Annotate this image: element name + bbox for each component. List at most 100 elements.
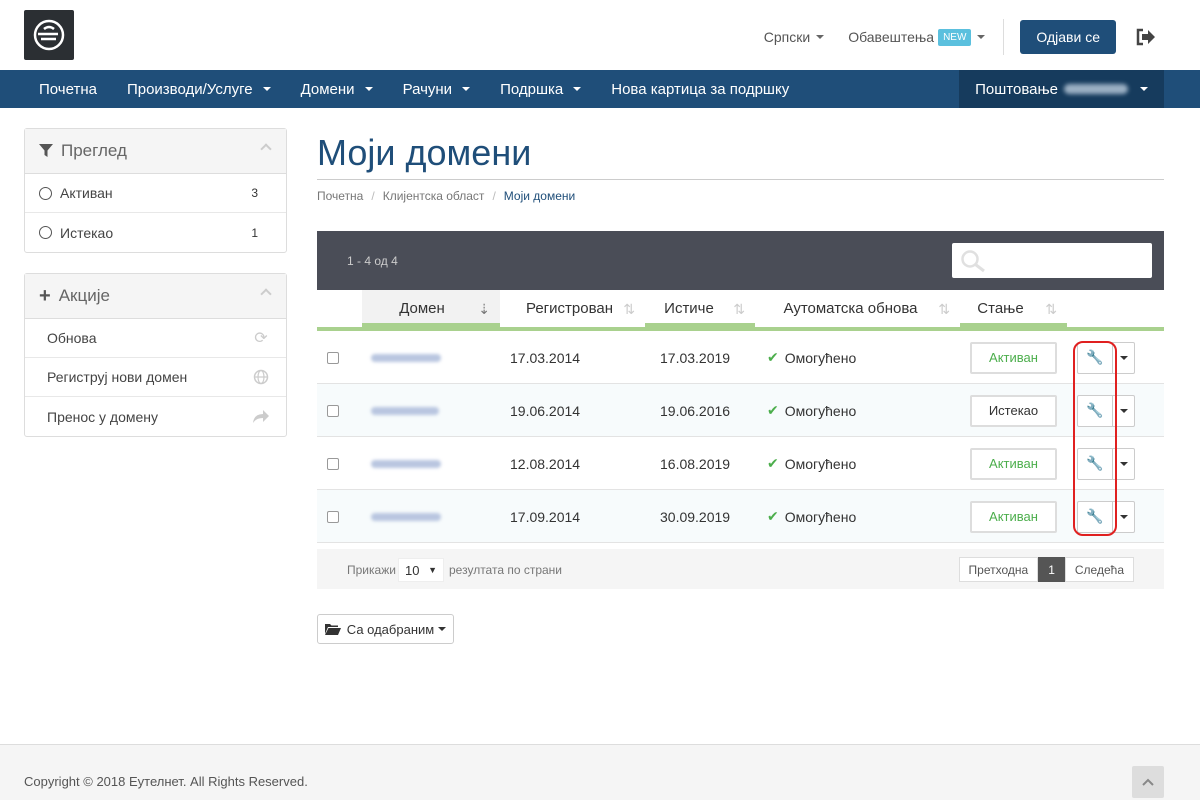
breadcrumb-client-area[interactable]: Клијентска област <box>383 189 485 203</box>
back-to-top-button[interactable] <box>1132 766 1164 798</box>
divider <box>1003 19 1005 55</box>
table-row: 17.09.2014 30.09.2019 ✔ Омогућено Активан… <box>317 490 1164 543</box>
domain-name-blurred[interactable] <box>371 353 441 362</box>
domain-name-blurred[interactable] <box>371 459 441 468</box>
main-navbar: Почетна Производи/Услуге Домени Рачуни П… <box>0 70 1200 108</box>
chevron-up-icon[interactable] <box>260 143 272 155</box>
actions-panel-header[interactable]: + Акције <box>25 274 286 319</box>
row-checkbox[interactable] <box>327 404 339 417</box>
filter-expired[interactable]: Истекао 1 <box>25 213 286 252</box>
action-transfer-domain[interactable]: Пренос у домену <box>25 397 286 436</box>
status-badge[interactable]: Истекао <box>970 394 1057 427</box>
folder-open-icon <box>324 624 341 635</box>
table-row: 12.08.2014 16.08.2019 ✔ Омогућено Активан… <box>317 437 1164 490</box>
status-badge[interactable]: Активан <box>970 341 1057 374</box>
logout-button[interactable]: Одјави се <box>1020 20 1116 54</box>
row-checkbox[interactable] <box>327 457 339 470</box>
column-registered[interactable]: Регистрован ⇅ <box>500 290 645 327</box>
nav-support[interactable]: Подршка <box>485 70 596 108</box>
column-label: Истиче <box>664 300 714 317</box>
column-status[interactable]: Стање ⇅ <box>960 290 1067 327</box>
refresh-icon: ⟳ <box>254 330 268 347</box>
chevron-down-icon <box>573 87 582 91</box>
pagination-current[interactable]: 1 <box>1038 557 1065 582</box>
table-row: 19.06.2014 19.06.2016 ✔ Омогућено Истекао… <box>317 384 1164 437</box>
filter-label: Истекао <box>60 224 114 241</box>
action-register-domain[interactable]: Региструј нови домен <box>25 358 286 397</box>
radio-icon <box>39 226 52 239</box>
title-divider <box>317 179 1164 180</box>
notifications-dropdown[interactable]: Обавештења NEW <box>848 28 986 46</box>
manage-buttons-highlight <box>1073 341 1117 536</box>
with-selected-button[interactable]: Са одабраним <box>317 614 454 644</box>
sign-out-icon[interactable] <box>1132 23 1160 51</box>
column-underline <box>960 323 1067 327</box>
nav-invoices[interactable]: Рачуни <box>388 70 486 108</box>
domains-table-body: 17.03.2014 17.03.2019 ✔ Омогућено Активан… <box>317 331 1164 543</box>
per-page-select[interactable]: 10 ▼ <box>398 558 444 582</box>
globe-icon <box>252 368 270 386</box>
language-label: Српски <box>763 29 811 45</box>
copyright-text: Copyright © 2018 Еутелнет. All Rights Re… <box>24 774 308 789</box>
registered-date: 17.09.2014 <box>510 508 581 525</box>
top-header: Српски Обавештења NEW Одјави се <box>0 0 1200 70</box>
row-checkbox[interactable] <box>327 351 339 364</box>
sort-icon: ⇅ <box>1045 301 1057 317</box>
pagination-prev[interactable]: Претходна <box>958 557 1039 582</box>
overview-panel: Преглед Активан 3 Истекао 1 <box>24 128 287 253</box>
nav-home[interactable]: Почетна <box>24 70 112 108</box>
row-checkbox[interactable] <box>327 510 339 523</box>
autorenew-status: Омогућено <box>784 349 857 366</box>
column-label: Домен <box>399 300 445 317</box>
column-domain[interactable]: Домен ⇣ <box>362 290 500 327</box>
new-badge: NEW <box>938 28 972 46</box>
pagination: Претходна 1 Следећа <box>958 557 1134 582</box>
panel-title: Преглед <box>61 141 127 160</box>
chevron-down-icon <box>816 35 825 39</box>
chevron-down-icon <box>1119 355 1128 360</box>
plus-icon: + <box>39 284 51 307</box>
with-selected-label: Са одабраним <box>346 621 435 637</box>
column-expires[interactable]: Истиче ⇅ <box>645 290 755 327</box>
domain-name-blurred[interactable] <box>371 406 439 415</box>
autorenew-status: Омогућено <box>784 455 857 472</box>
filter-count: 3 <box>251 186 258 200</box>
column-autorenew[interactable]: Аутоматска обнова ⇅ <box>755 290 960 327</box>
nav-domains[interactable]: Домени <box>286 70 388 108</box>
language-dropdown[interactable]: Српски <box>763 29 825 45</box>
greeting-label: Поштовање <box>975 80 1058 98</box>
nav-products[interactable]: Производи/Услуге <box>112 70 286 108</box>
chevron-down-icon <box>462 87 471 91</box>
pagination-next[interactable]: Следећа <box>1064 557 1134 582</box>
chevron-down-icon <box>1119 461 1128 466</box>
table-row: 17.03.2014 17.03.2019 ✔ Омогућено Активан… <box>317 331 1164 384</box>
breadcrumb-home[interactable]: Почетна <box>317 189 363 203</box>
table-header: Домен ⇣ Регистрован ⇅ Истиче ⇅ Аутоматск… <box>317 290 1164 331</box>
status-badge[interactable]: Активан <box>970 500 1057 533</box>
autorenew-status: Омогућено <box>784 508 857 525</box>
registered-date: 12.08.2014 <box>510 455 581 472</box>
check-icon: ✔ <box>767 402 779 418</box>
overview-panel-header[interactable]: Преглед <box>25 129 286 174</box>
chevron-down-icon <box>1119 408 1128 413</box>
domain-name-blurred[interactable] <box>371 512 441 521</box>
action-label: Пренос у домену <box>47 408 159 425</box>
expiry-date: 16.08.2019 <box>660 455 731 472</box>
chevron-down-icon <box>1140 87 1148 91</box>
notifications-label: Обавештења <box>848 29 935 45</box>
column-underline <box>645 323 755 327</box>
share-arrow-icon <box>252 408 270 426</box>
filter-active[interactable]: Активан 3 <box>25 174 286 213</box>
nav-label: Подршка <box>500 80 564 98</box>
user-menu[interactable]: Поштовање <box>959 70 1164 108</box>
check-icon: ✔ <box>767 455 779 471</box>
chevron-up-icon[interactable] <box>260 288 272 300</box>
action-renew[interactable]: Обнова ⟳ <box>25 319 286 358</box>
company-logo[interactable] <box>24 10 74 60</box>
search-icon <box>961 250 985 273</box>
chevron-down-icon <box>1119 514 1128 519</box>
status-badge[interactable]: Активан <box>970 447 1057 480</box>
nav-new-ticket[interactable]: Нова картица за подршку <box>596 70 804 108</box>
filter-label: Активан <box>60 185 113 201</box>
table-search-input[interactable] <box>952 243 1152 278</box>
